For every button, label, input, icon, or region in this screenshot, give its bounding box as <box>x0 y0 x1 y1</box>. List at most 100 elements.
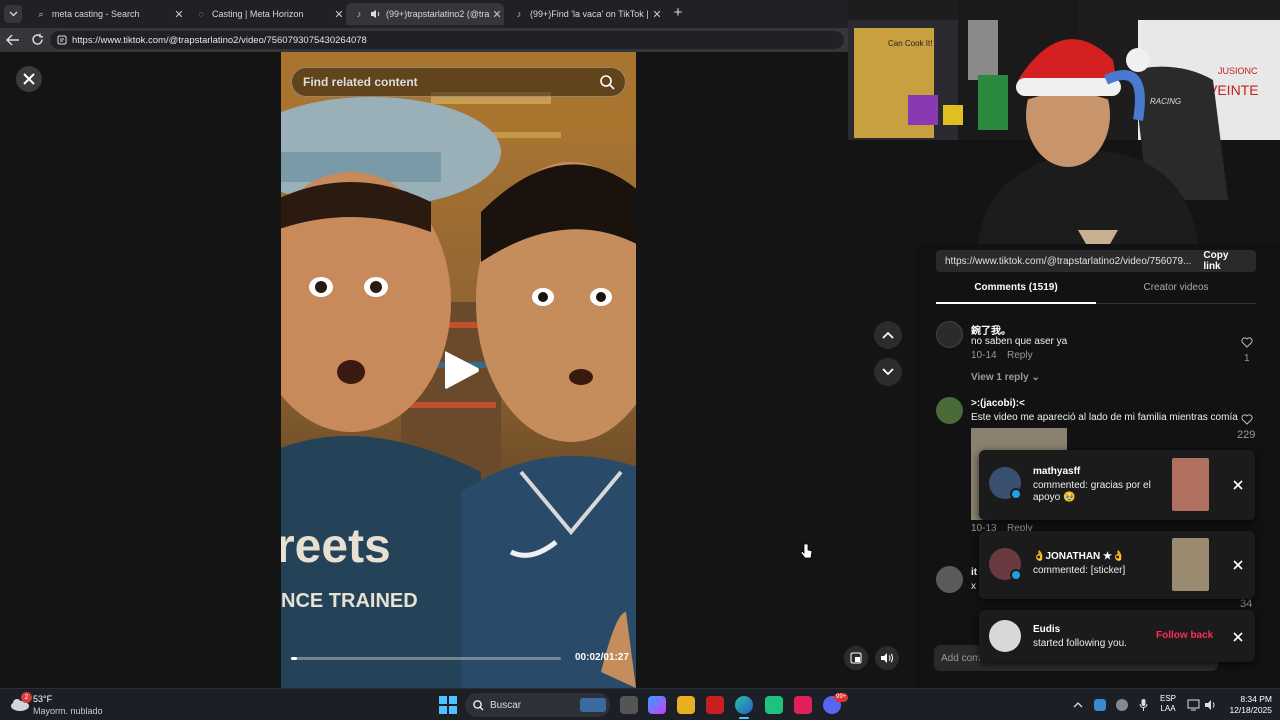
chevron-down-icon <box>9 11 17 17</box>
site-info-icon[interactable] <box>57 35 67 45</box>
streamer-webcam-feed: Can Cook It! VEINTE JUSIONC RACING <box>848 0 1280 244</box>
speaker-icon[interactable] <box>370 9 382 19</box>
url-field[interactable]: https://www.tiktok.com/@trapstarlatino2/… <box>50 31 844 49</box>
comment-username[interactable]: >:(jacobi):< <box>971 398 1025 409</box>
tab-find-la-vaca[interactable]: ♪ (99+)Find 'la vaca' on TikTok | TikTo … <box>506 3 664 25</box>
video-thumbnail[interactable] <box>1172 458 1209 511</box>
chevron-down-icon <box>882 368 894 376</box>
find-related-search[interactable]: Find related content <box>291 67 626 97</box>
notification-toast[interactable]: mathyasff commented: gracias por el apoy… <box>979 450 1255 520</box>
close-video-button[interactable] <box>16 66 42 92</box>
tab-bar: ⌕ meta casting - Search ✕ ◌ Casting | Me… <box>0 0 848 28</box>
chevron-up-icon[interactable] <box>1073 701 1083 708</box>
file-explorer-icon[interactable] <box>677 696 695 714</box>
close-icon <box>23 73 35 85</box>
comment-text: x <box>971 581 976 592</box>
tab-comments[interactable]: Comments (1519) <box>936 282 1096 304</box>
search-icon[interactable] <box>600 75 615 90</box>
weather-desc: Mayorm. nublado <box>33 706 103 716</box>
comment-text: no saben que aser ya <box>971 336 1068 347</box>
comment-username[interactable]: it <box>971 567 977 578</box>
verified-badge-icon <box>1010 569 1022 581</box>
chevron-up-icon <box>882 331 894 339</box>
microphone-icon[interactable] <box>1139 698 1148 712</box>
reply-button[interactable]: Reply <box>1007 350 1033 361</box>
taskbar-search[interactable]: Buscar <box>465 693 610 717</box>
avatar[interactable] <box>936 321 963 348</box>
mouse-cursor-icon <box>801 543 813 559</box>
video-time: 00:02/01:27 <box>575 652 629 663</box>
tiktok-icon: ♪ <box>516 9 522 19</box>
back-arrow-icon[interactable] <box>6 34 20 46</box>
network-icon[interactable] <box>1187 699 1200 711</box>
close-icon[interactable] <box>1233 480 1243 490</box>
volume-button[interactable] <box>875 646 899 670</box>
tab-list-dropdown[interactable] <box>4 5 22 23</box>
like-count: 229 <box>1237 429 1256 441</box>
notification-message: commented: gracias por el apoyo 🥹 <box>1033 480 1151 503</box>
search-highlight-icon <box>580 698 606 712</box>
share-url: https://www.tiktok.com/@trapstarlatino2/… <box>945 255 1192 267</box>
refresh-icon[interactable] <box>31 33 44 46</box>
speaker-icon <box>881 653 893 663</box>
close-icon[interactable] <box>1233 632 1243 642</box>
language-indicator[interactable]: ESP LAA <box>1160 694 1176 714</box>
shirt-text-trained: NCE TRAINED <box>281 590 418 612</box>
edge-browser-icon[interactable] <box>735 696 753 714</box>
heart-icon[interactable] <box>1241 337 1253 348</box>
notification-toast[interactable]: Eudis started following you. Follow back <box>979 610 1255 662</box>
volume-icon[interactable] <box>1204 699 1217 711</box>
comment-username[interactable]: 鋺了我。 <box>971 322 1011 337</box>
previous-video-button[interactable] <box>874 321 902 349</box>
messaging-app-icon[interactable] <box>765 696 783 714</box>
search-icon <box>473 699 484 710</box>
follow-back-button[interactable]: Follow back <box>1156 630 1213 641</box>
shirt-text-reets: reets <box>281 520 391 573</box>
video-thumbnail[interactable] <box>1172 538 1209 591</box>
close-tab-icon[interactable]: ✕ <box>172 8 186 21</box>
close-tab-icon[interactable]: ✕ <box>490 8 504 21</box>
tab-creator-videos[interactable]: Creator videos <box>1096 282 1256 304</box>
weather-widget[interactable]: 2 53°F Mayorm. nublado <box>10 692 120 718</box>
notification-message: commented: [sticker] <box>1033 565 1126 576</box>
share-link-row: https://www.tiktok.com/@trapstarlatino2/… <box>936 250 1256 272</box>
windows-logo-icon <box>439 696 457 714</box>
tiktok-icon[interactable] <box>794 696 812 714</box>
close-tab-icon[interactable]: ✕ <box>332 8 346 21</box>
tray-app-icon[interactable] <box>1094 699 1106 711</box>
like-count: 1 <box>1244 353 1250 364</box>
new-tab-button[interactable]: + <box>670 5 686 21</box>
copy-link-button[interactable]: Copy link <box>1191 250 1256 272</box>
notification-username: mathyasff <box>1033 466 1081 477</box>
task-view-icon[interactable] <box>620 696 638 714</box>
like-count: 34 <box>1240 598 1253 610</box>
tab-trapstarlatino2[interactable]: ♪ (99+)trapstarlatino2 (@trapst ✕ <box>346 3 504 25</box>
clock[interactable]: 8:34 PM 12/18/2025 <box>1222 694 1272 716</box>
video-player[interactable]: reets NCE TRAINED 00:02/01:27 <box>281 52 636 688</box>
copilot-icon[interactable] <box>648 696 666 714</box>
play-icon[interactable] <box>443 349 481 391</box>
view-replies-button[interactable]: View 1 reply ⌄ <box>971 372 1040 383</box>
close-tab-icon[interactable]: ✕ <box>650 8 664 21</box>
picture-in-picture-button[interactable] <box>844 646 868 670</box>
heart-icon[interactable] <box>1241 414 1253 425</box>
tab-casting-meta-horizon[interactable]: ◌ Casting | Meta Horizon ✕ <box>188 3 346 25</box>
avatar <box>989 620 1021 652</box>
tray-app-icon[interactable] <box>1116 699 1128 711</box>
search-icon: ⌕ <box>38 9 44 19</box>
notification-message: started following you. <box>1033 638 1127 649</box>
poster-text: Can Cook It! <box>888 39 932 48</box>
avatar[interactable] <box>936 397 963 424</box>
progress-track[interactable] <box>291 657 561 660</box>
avatar[interactable] <box>936 566 963 593</box>
chair-logo-text: RACING <box>1150 97 1181 106</box>
notification-badge: 99+ <box>834 693 849 702</box>
next-video-button[interactable] <box>874 358 902 386</box>
close-icon[interactable] <box>1233 560 1243 570</box>
progress-fill <box>291 657 298 660</box>
mcafee-icon[interactable] <box>706 696 724 714</box>
chevron-down-icon: ⌄ <box>1031 372 1040 383</box>
notification-toast[interactable]: 👌JONATHAN ★👌 commented: [sticker] <box>979 531 1255 599</box>
start-button[interactable] <box>439 696 457 714</box>
tab-meta-casting-search[interactable]: ⌕ meta casting - Search ✕ <box>28 3 186 25</box>
